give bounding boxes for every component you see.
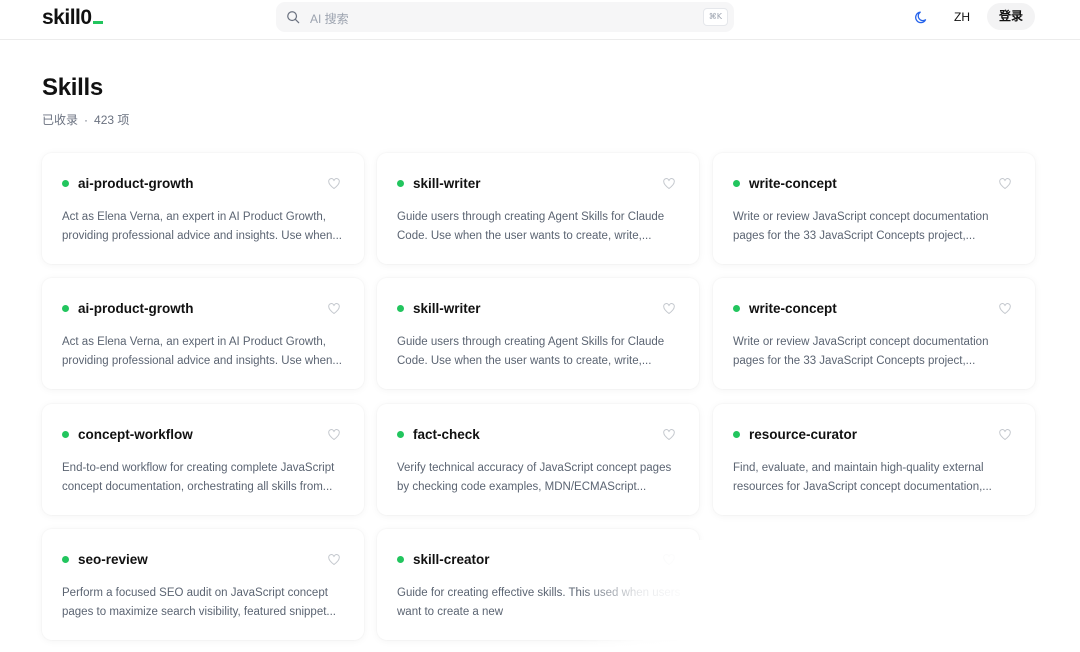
heart-icon[interactable]: [328, 303, 340, 315]
skill-card[interactable]: fact-check Verify technical accuracy of J…: [377, 404, 699, 515]
skill-card[interactable]: concept-workflow End-to-end workflow for …: [42, 404, 364, 515]
skill-description: End-to-end workflow for creating complet…: [62, 462, 335, 493]
faded-status-dot: [733, 552, 740, 559]
skill-name: fact-check: [413, 427, 480, 442]
status-dot: [733, 180, 740, 187]
heart-icon[interactable]: [328, 554, 340, 566]
heart-icon[interactable]: [328, 178, 340, 190]
skill-description: Guide for creating effective skills. Thi…: [397, 587, 681, 618]
search-bar[interactable]: AI 搜索 ⌘K: [276, 2, 734, 32]
skill-count: 423 项: [94, 113, 130, 127]
status-dot: [62, 305, 69, 312]
language-toggle[interactable]: ZH: [946, 9, 978, 25]
skill-description: Guide users through creating Agent Skill…: [397, 336, 665, 367]
status-dot: [397, 556, 404, 563]
skill-description: Act as Elena Verna, an expert in AI Prod…: [62, 211, 342, 242]
heart-icon[interactable]: [999, 303, 1011, 315]
skill-name: resource-curator: [749, 427, 858, 442]
heart-icon[interactable]: [328, 429, 340, 441]
skill-card[interactable]: resource-curator Find, evaluate, and main…: [713, 404, 1035, 515]
status-dot: [62, 431, 69, 438]
skill-card[interactable]: write-concept Write or review JavaScript …: [713, 153, 1035, 264]
login-button[interactable]: 登录: [987, 3, 1035, 30]
skill-card[interactable]: ai-product-growth Act as Elena Verna, an …: [42, 153, 364, 264]
heart-icon[interactable]: [663, 303, 675, 315]
heart-icon[interactable]: [663, 554, 675, 566]
logo[interactable]: skill0: [42, 4, 103, 30]
status-dot: [397, 180, 404, 187]
skill-card[interactable]: ai-product-growth Act as Elena Verna, an …: [42, 278, 364, 389]
skill-name: write-concept: [749, 301, 837, 316]
status-dot: [397, 305, 404, 312]
skill-name: write-concept: [749, 176, 837, 191]
heart-icon[interactable]: [663, 178, 675, 190]
status-dot: [733, 305, 740, 312]
skill-description: Perform a focused SEO audit on JavaScrip…: [62, 587, 336, 618]
skill-description: Find, evaluate, and maintain high-qualit…: [733, 462, 992, 493]
skill-description: Act as Elena Verna, an expert in AI Prod…: [62, 336, 342, 367]
skill-card[interactable]: skill-writer Guide users through creating…: [377, 153, 699, 264]
skill-name: ai-product-growth: [78, 301, 194, 316]
logo-cursor: [92, 21, 103, 24]
collected-label: 已收录: [42, 113, 79, 127]
page-title: Skills: [42, 74, 103, 101]
skill-card[interactable]: skill-creator Guide for creating effectiv…: [377, 529, 699, 640]
skill-card[interactable]: seo-review Perform a focused SEO audit on…: [42, 529, 364, 640]
search-icon: [287, 11, 300, 24]
skill-name: skill-creator: [413, 552, 490, 567]
skill-card[interactable]: write-concept Write or review JavaScript …: [713, 278, 1035, 389]
page-subtitle: 已收录 · 423 项: [42, 111, 129, 128]
top-nav: skill0 AI 搜索 ⌘K ZH 登录: [0, 0, 1080, 40]
moon-icon[interactable]: [914, 9, 930, 25]
status-dot: [397, 431, 404, 438]
search-placeholder: AI 搜索: [310, 12, 349, 26]
skill-name: seo-review: [78, 552, 148, 567]
status-dot: [62, 180, 69, 187]
logo-text: skill0: [42, 6, 92, 29]
skill-description: Guide users through creating Agent Skill…: [397, 211, 665, 242]
heart-icon[interactable]: [663, 429, 675, 441]
skill-name: skill-writer: [413, 176, 481, 191]
skill-name: concept-workflow: [78, 427, 193, 442]
skill-card[interactable]: skill-writer Guide users through creating…: [377, 278, 699, 389]
skill-name: skill-writer: [413, 301, 481, 316]
heart-icon[interactable]: [999, 429, 1011, 441]
search-shortcut: ⌘K: [702, 8, 728, 26]
skill-description: Write or review JavaScript concept docum…: [733, 336, 989, 367]
separator: ·: [84, 113, 89, 127]
heart-icon[interactable]: [999, 178, 1011, 190]
skill-name: ai-product-growth: [78, 176, 194, 191]
skill-description: Write or review JavaScript concept docum…: [733, 211, 989, 242]
status-dot: [62, 556, 69, 563]
status-dot: [733, 431, 740, 438]
skill-description: Verify technical accuracy of JavaScript …: [397, 462, 672, 493]
